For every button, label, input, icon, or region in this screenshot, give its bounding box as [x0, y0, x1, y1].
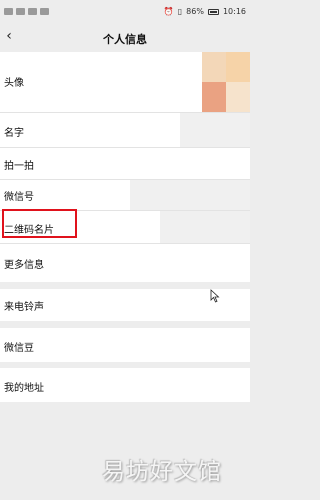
row-label-my-address: 我的地址 — [4, 383, 44, 394]
mouse-cursor-icon — [210, 289, 220, 303]
page-title: 个人信息 — [103, 33, 147, 46]
row-label-ringtone: 来电铃声 — [4, 302, 44, 313]
row-name[interactable]: 名字 — [0, 113, 250, 147]
blurred-value — [180, 113, 250, 147]
watermark-text: 易坊好文馆 — [102, 459, 222, 485]
status-bar: ⏰ ▯ 86% 10:16 — [0, 0, 250, 24]
row-label-wechat-beans: 微信豆 — [4, 343, 34, 354]
blurred-value — [130, 180, 250, 210]
battery-text: 86% — [186, 7, 204, 16]
alarm-icon: ⏰ — [163, 7, 174, 16]
row-label-avatar: 头像 — [4, 78, 24, 89]
qr-code-icon — [160, 211, 250, 243]
avatar[interactable] — [202, 52, 250, 112]
signal-icon-2 — [28, 8, 37, 15]
wifi-icon — [40, 8, 49, 15]
row-label-more-info: 更多信息 — [4, 260, 44, 271]
sim-icon — [4, 8, 13, 15]
row-pat[interactable]: 拍一拍 — [0, 148, 250, 179]
time-text: 10:16 — [222, 7, 246, 16]
row-wechat-beans[interactable]: 微信豆 — [0, 328, 250, 362]
row-wechat-id[interactable]: 微信号 — [0, 180, 250, 210]
row-more-info[interactable]: 更多信息 — [0, 244, 250, 282]
status-right: ⏰ ▯ 86% 10:16 — [164, 7, 246, 16]
row-label-pat: 拍一拍 — [4, 161, 34, 172]
nav-bar: ‹ 个人信息 — [0, 24, 250, 52]
vibrate-icon: ▯ — [177, 7, 183, 16]
status-left — [4, 8, 49, 15]
row-label-wechat-id: 微信号 — [4, 192, 34, 203]
avatar-tile — [226, 82, 250, 112]
avatar-tile — [226, 52, 250, 82]
avatar-tile — [202, 82, 226, 112]
highlight-box — [2, 209, 77, 238]
row-avatar[interactable]: 头像 — [0, 52, 250, 112]
avatar-tile — [202, 52, 226, 82]
row-my-address[interactable]: 我的地址 — [0, 368, 250, 402]
battery-icon — [207, 8, 219, 15]
signal-icon — [16, 8, 25, 15]
row-label-name: 名字 — [4, 128, 24, 139]
